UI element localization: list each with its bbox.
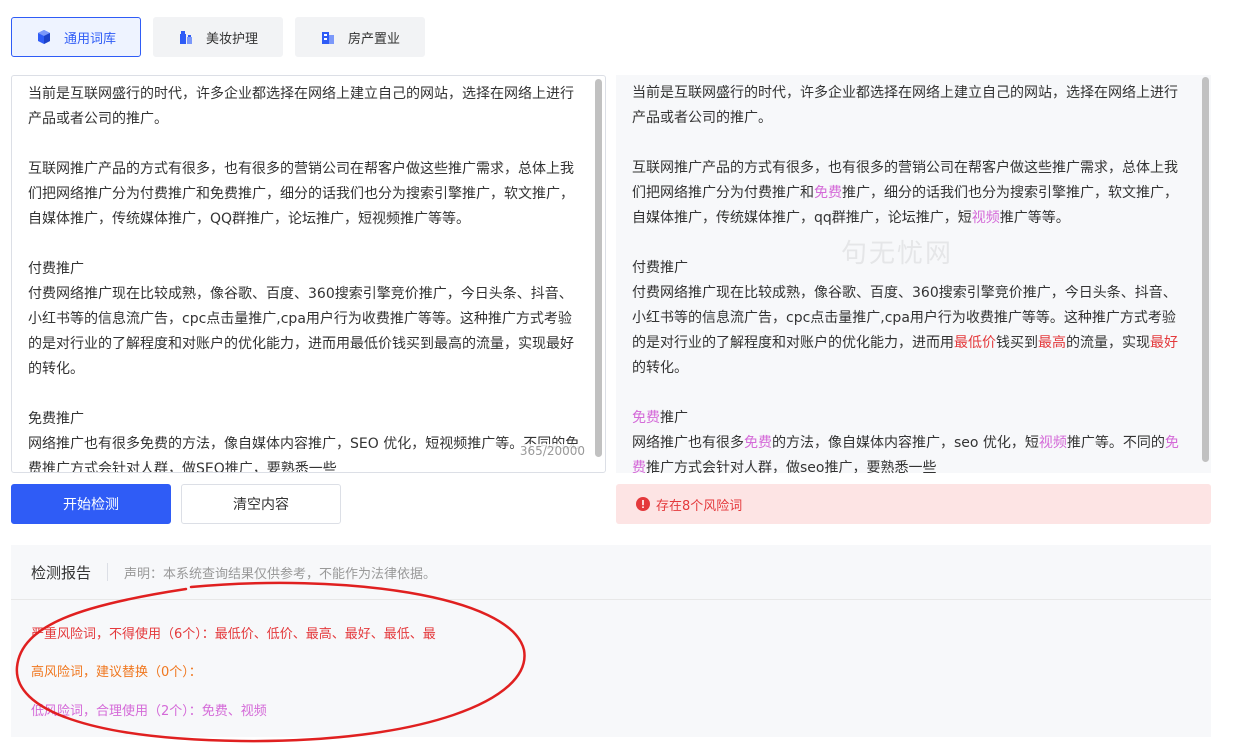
text-segment: 推广 <box>660 410 688 426</box>
result-paragraph: 付费网络推广现在比较成熟，像谷歌、百度、360搜索引擎竞价推广，今日头条、抖音、… <box>632 281 1189 381</box>
input-scrollbar[interactable] <box>595 79 602 457</box>
low-risk-word: 免费 <box>814 185 842 201</box>
divider <box>107 563 109 581</box>
high-risk-line: 高风险词，建议替换（0个）： <box>31 665 202 680</box>
building-icon <box>320 29 336 45</box>
low-risk-line: 低风险词，合理使用（2个）：免费、视频 <box>31 704 267 719</box>
text-segment: 网络推广也有很多 <box>632 435 744 451</box>
text-segment: 的流量，实现 <box>1066 335 1150 351</box>
result-paragraph: 付费推广 <box>632 256 1189 281</box>
text-segment: 推广等。不同的 <box>1066 435 1165 451</box>
result-paragraph: 互联网推广产品的方式有很多，也有很多的营销公司在帮客户做这些推广需求，总体上我们… <box>632 156 1189 231</box>
tab-cosmetics[interactable]: 美妆护理 <box>153 17 283 57</box>
char-counter: 365/20000 <box>517 444 587 458</box>
input-paragraph: 互联网推广产品的方式有很多，也有很多的营销公司在帮客户做这些推广需求，总体上我们… <box>28 161 574 227</box>
text-segment: 推广方式会针对人群，做seo推广，要熟悉一些 <box>646 460 937 473</box>
text-segment: 付费推广 <box>632 260 688 276</box>
cube-icon <box>36 29 52 45</box>
result-paragraph: 免费推广 <box>632 406 1189 431</box>
low-risk-word: 视频 <box>1038 435 1067 451</box>
result-text: 当前是互联网盛行的时代，许多企业都选择在网络上建立自己的网站，选择在网络上进行产… <box>616 75 1211 473</box>
severe-risk-word: 最高 <box>1038 335 1066 351</box>
text-segment: 的方法，像自媒体内容推广，seo 优化，短 <box>772 435 1039 451</box>
low-risk-word: 免费 <box>744 435 772 451</box>
severe-risk-word: 最低价 <box>954 335 996 351</box>
result-paragraph: 当前是互联网盛行的时代，许多企业都选择在网络上建立自己的网站，选择在网络上进行产… <box>632 81 1189 131</box>
severe-risk-word: 最好 <box>1150 335 1178 351</box>
input-paragraph: 网络推广也有很多免费的方法，像自媒体内容推广，SEO 优化，短视频推广等。不同的… <box>28 436 580 473</box>
risk-alert-text: 存在8个风险词 <box>656 498 743 514</box>
content-input-textarea[interactable]: 当前是互联网盛行的时代，许多企业都选择在网络上建立自己的网站，选择在网络上进行产… <box>11 75 606 473</box>
result-paragraph: 网络推广也有很多免费的方法，像自媒体内容推广，seo 优化，短视频推广等。不同的… <box>632 431 1189 473</box>
report-title: 检测报告 <box>31 563 92 582</box>
input-paragraph: 付费推广 <box>28 261 84 277</box>
clear-content-button[interactable]: 清空内容 <box>181 484 341 524</box>
text-segment: 钱买到 <box>996 335 1038 351</box>
low-risk-word: 视频 <box>971 210 1000 226</box>
tab-label: 房产置业 <box>347 31 400 47</box>
report-header: 检测报告 声明：本系统查询结果仅供参考，不能作为法律依据。 <box>11 545 1211 600</box>
risk-alert: 存在8个风险词 <box>616 484 1211 524</box>
severe-risk-line: 严重风险词，不得使用（6个）：最低价、低价、最高、最好、最低、最 <box>31 627 436 642</box>
exclamation-circle-icon <box>636 497 650 511</box>
result-panel: 当前是互联网盛行的时代，许多企业都选择在网络上建立自己的网站，选择在网络上进行产… <box>616 75 1211 473</box>
tab-label: 美妆护理 <box>205 31 258 47</box>
input-paragraph: 免费推广 <box>28 411 84 427</box>
input-text[interactable]: 当前是互联网盛行的时代，许多企业都选择在网络上建立自己的网站，选择在网络上进行产… <box>12 76 605 473</box>
input-paragraph: 付费网络推广现在比较成熟，像谷歌、百度、360搜索引擎竞价推广，今日头条、抖音、… <box>28 286 574 377</box>
tab-general-library[interactable]: 通用词库 <box>11 17 141 57</box>
tab-label: 通用词库 <box>63 31 116 47</box>
report-declaration: 声明：本系统查询结果仅供参考，不能作为法律依据。 <box>124 566 437 582</box>
result-scrollbar[interactable] <box>1202 77 1209 462</box>
cosmetics-icon <box>178 29 194 45</box>
input-paragraph: 当前是互联网盛行的时代，许多企业都选择在网络上建立自己的网站，选择在网络上进行产… <box>28 86 574 127</box>
tab-real-estate[interactable]: 房产置业 <box>295 17 425 57</box>
text-segment: 推广等等。 <box>999 210 1070 226</box>
detection-report: 检测报告 声明：本系统查询结果仅供参考，不能作为法律依据。 严重风险词，不得使用… <box>11 545 1211 737</box>
text-segment: 当前是互联网盛行的时代，许多企业都选择在网络上建立自己的网站，选择在网络上进行产… <box>632 85 1178 126</box>
low-risk-word: 免费 <box>632 410 660 426</box>
start-detect-button[interactable]: 开始检测 <box>11 484 171 524</box>
text-segment: 的转化。 <box>632 360 688 376</box>
library-tabs: 通用词库 美妆护理 房产置业 <box>11 17 425 57</box>
